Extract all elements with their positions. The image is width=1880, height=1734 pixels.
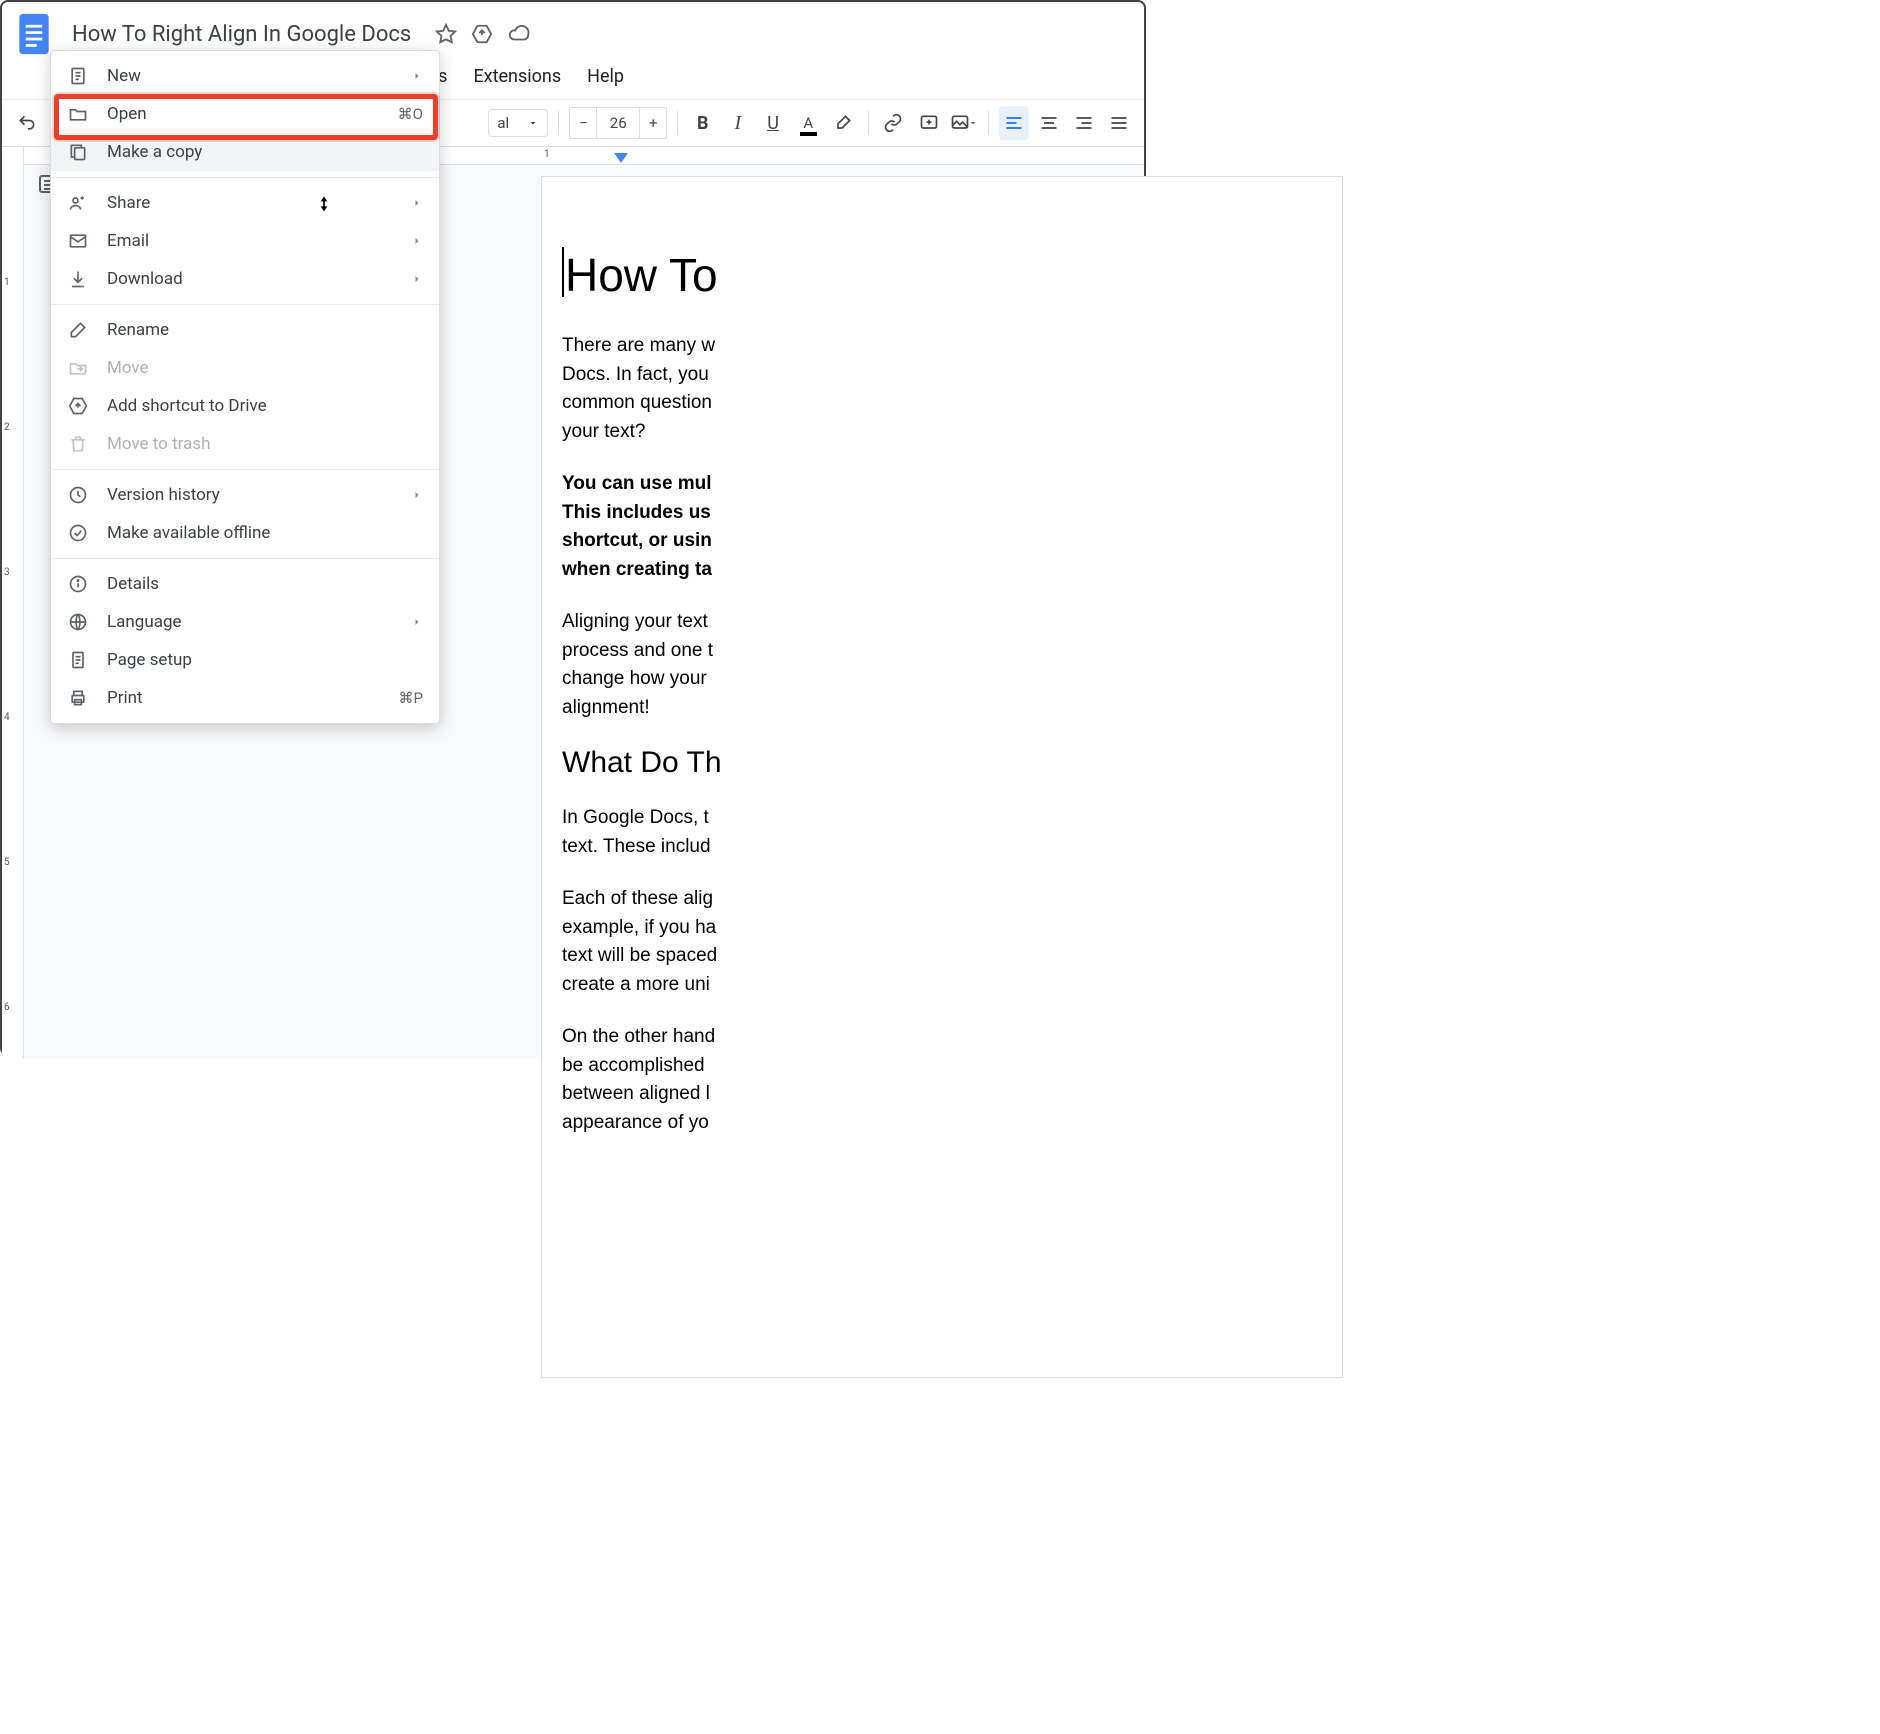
- page-heading: How To: [562, 247, 1342, 302]
- menu-item-label: Add shortcut to Drive: [107, 396, 423, 416]
- language-icon: [67, 612, 89, 632]
- cloud-status-icon[interactable]: [507, 23, 531, 45]
- file-menu-move: Move: [51, 349, 439, 387]
- menu-item-label: Open: [107, 104, 380, 124]
- menu-item-label: Move to trash: [107, 434, 423, 454]
- file-menu-new[interactable]: New: [51, 57, 439, 95]
- menu-item-label: Version history: [107, 485, 393, 505]
- submenu-arrow-icon: [411, 235, 423, 247]
- body-paragraph: Each of these alig example, if you ha te…: [562, 885, 1342, 999]
- highlight-button[interactable]: [829, 106, 858, 140]
- star-icon[interactable]: [435, 23, 457, 45]
- align-left-button[interactable]: [999, 106, 1028, 140]
- submenu-arrow-icon: [411, 70, 423, 82]
- file-menu-makecopy[interactable]: Make a copy: [51, 133, 439, 171]
- new-icon: [67, 66, 89, 86]
- file-menu-dropdown: New Open ⌘O Make a copy Share Email Download Re…: [50, 50, 440, 724]
- menu-item-label: Move: [107, 358, 423, 378]
- menu-item-label: Share: [107, 193, 393, 213]
- file-menu-print[interactable]: Print ⌘P: [51, 679, 439, 717]
- submenu-arrow-icon: [411, 489, 423, 501]
- insert-image-button[interactable]: [949, 106, 978, 140]
- italic-button[interactable]: I: [723, 106, 752, 140]
- menu-item-label: Rename: [107, 320, 423, 340]
- body-paragraph: Aligning your text process and one t cha…: [562, 608, 1342, 722]
- file-menu-download[interactable]: Download: [51, 260, 439, 298]
- submenu-arrow-icon: [411, 616, 423, 628]
- align-center-button[interactable]: [1035, 106, 1064, 140]
- menu-item-label: Make available offline: [107, 523, 423, 543]
- undo-button[interactable]: [12, 106, 41, 140]
- underline-button[interactable]: U: [758, 106, 787, 140]
- align-justify-button[interactable]: [1105, 106, 1134, 140]
- font-size-group: − 26 +: [569, 107, 667, 139]
- bold-button[interactable]: B: [688, 106, 717, 140]
- font-family-select[interactable]: al: [488, 109, 548, 137]
- insert-link-button[interactable]: [879, 106, 908, 140]
- submenu-arrow-icon: [411, 273, 423, 285]
- rename-icon: [67, 320, 89, 340]
- pagesetup-icon: [67, 650, 89, 670]
- menu-item-label: Download: [107, 269, 393, 289]
- body-paragraph: In Google Docs, t text. These includ: [562, 804, 1342, 861]
- makecopy-icon: [67, 142, 89, 162]
- align-right-button[interactable]: [1070, 106, 1099, 140]
- file-menu-details[interactable]: Details: [51, 565, 439, 603]
- file-menu-rename[interactable]: Rename: [51, 311, 439, 349]
- body-paragraph: You can use mul This includes us shortcu…: [562, 470, 1342, 584]
- menu-item-label: New: [107, 66, 393, 86]
- text-color-button[interactable]: A: [794, 106, 823, 140]
- indent-marker-icon[interactable]: [614, 153, 628, 163]
- font-size-decrease[interactable]: −: [570, 108, 596, 138]
- move-to-drive-icon[interactable]: [471, 23, 493, 45]
- shortcut-label: ⌘P: [399, 689, 423, 707]
- details-icon: [67, 574, 89, 594]
- file-menu-email[interactable]: Email: [51, 222, 439, 260]
- body-paragraph: On the other hand be accomplished betwee…: [562, 1023, 1342, 1137]
- menu-separator: [51, 304, 439, 305]
- menu-separator: [51, 558, 439, 559]
- file-menu-history[interactable]: Version history: [51, 476, 439, 514]
- submenu-arrow-icon: [411, 197, 423, 209]
- add-comment-button[interactable]: [914, 106, 943, 140]
- shortcut-label: ⌘O: [398, 105, 423, 123]
- file-menu-share[interactable]: Share: [51, 184, 439, 222]
- file-menu-shortcut[interactable]: Add shortcut to Drive: [51, 387, 439, 425]
- file-menu-pagesetup[interactable]: Page setup: [51, 641, 439, 679]
- menu-item-label: Language: [107, 612, 393, 632]
- offline-icon: [67, 523, 89, 543]
- file-menu-open[interactable]: Open ⌘O: [51, 95, 439, 133]
- menu-item-label: Print: [107, 688, 381, 708]
- docs-logo[interactable]: [14, 8, 54, 60]
- menu-item-label: Page setup: [107, 650, 423, 670]
- file-menu-trash: Move to trash: [51, 425, 439, 463]
- history-icon: [67, 485, 89, 505]
- document-title[interactable]: How To Right Align In Google Docs: [66, 20, 417, 49]
- menu-item-label: Email: [107, 231, 393, 251]
- menu-item-label: Make a copy: [107, 142, 423, 162]
- file-menu-language[interactable]: Language: [51, 603, 439, 641]
- move-icon: [67, 358, 89, 378]
- share-icon: [67, 193, 89, 213]
- document-page: How To There are many w Docs. In fact, y…: [542, 177, 1342, 1377]
- menu-help[interactable]: Help: [575, 60, 636, 93]
- menu-separator: [51, 177, 439, 178]
- download-icon: [67, 269, 89, 289]
- menu-extensions[interactable]: Extensions: [461, 60, 573, 93]
- page-subheading: What Do Th: [562, 746, 1342, 780]
- body-paragraph: There are many w Docs. In fact, you comm…: [562, 332, 1342, 446]
- vertical-ruler: 1 2 3 4 5 6: [2, 147, 24, 1059]
- shortcut-icon: [67, 396, 89, 416]
- print-icon: [67, 688, 89, 708]
- menu-separator: [51, 469, 439, 470]
- menu-item-label: Details: [107, 574, 423, 594]
- trash-icon: [67, 434, 89, 454]
- open-icon: [67, 104, 89, 124]
- font-size-value[interactable]: 26: [596, 108, 640, 138]
- font-size-increase[interactable]: +: [640, 108, 666, 138]
- font-family-value: al: [497, 114, 509, 132]
- email-icon: [67, 231, 89, 251]
- file-menu-offline[interactable]: Make available offline: [51, 514, 439, 552]
